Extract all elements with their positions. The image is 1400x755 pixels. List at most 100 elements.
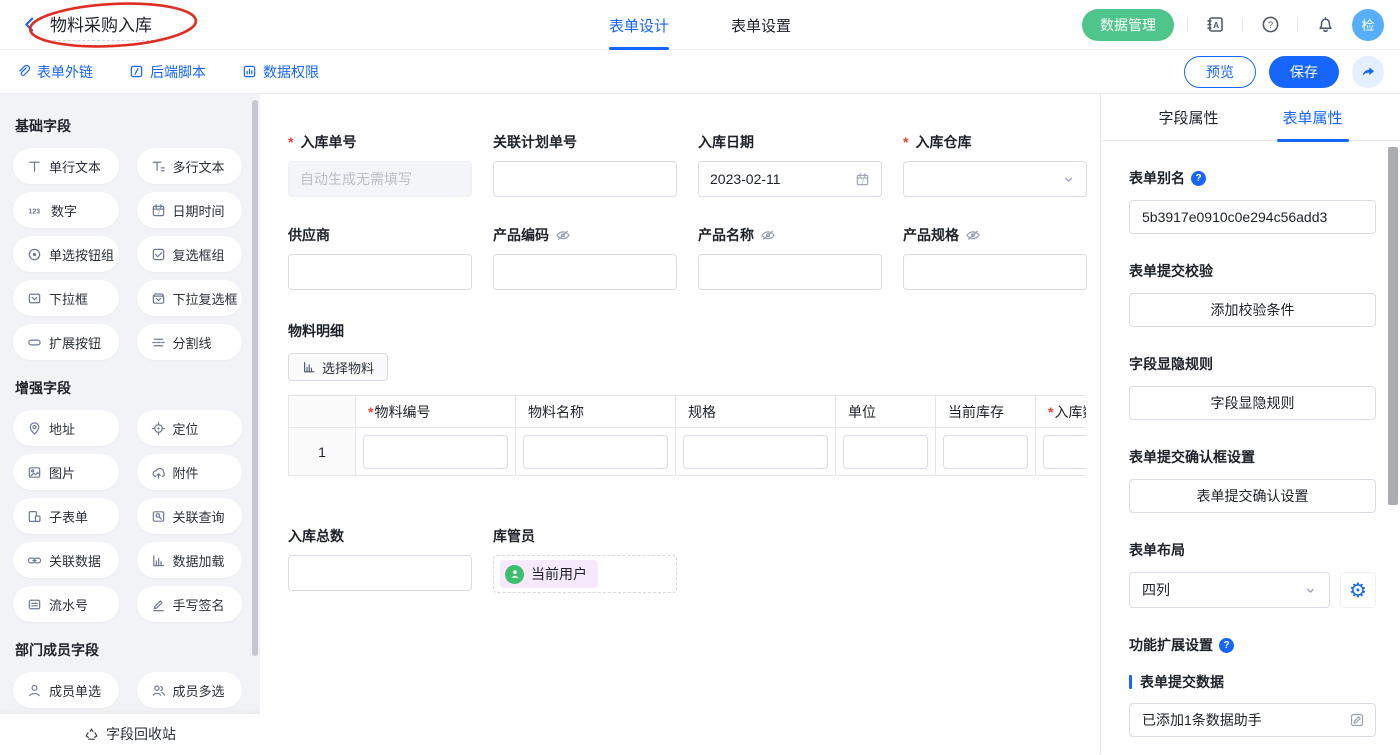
help-icon[interactable]: ? xyxy=(1219,638,1234,653)
subform-data-row: 1 xyxy=(289,428,1086,475)
extension-settings-label: 功能扩展设置 ? xyxy=(1129,635,1376,655)
sidebar-item-data-load[interactable]: 数据加载 xyxy=(137,542,243,578)
bell-icon[interactable] xyxy=(1311,11,1339,39)
field-inbound-no[interactable]: 入库单号 自动生成无需填写 xyxy=(288,132,472,197)
help-icon[interactable]: ? xyxy=(1191,171,1206,186)
col-header-material-name: 物料名称 xyxy=(516,396,676,427)
sidebar-item-select[interactable]: 下拉框 xyxy=(13,280,119,316)
field-product-name[interactable]: 产品名称 xyxy=(698,225,882,290)
inbound-qty-input[interactable] xyxy=(1043,435,1086,469)
layout-settings-button[interactable]: ⚙ xyxy=(1340,572,1376,608)
field-supplier[interactable]: 供应商 xyxy=(288,225,472,290)
panel-scrollbar[interactable] xyxy=(1388,147,1398,505)
sidebar-item-number[interactable]: 123 数字 xyxy=(13,192,119,228)
field-warehouse[interactable]: 入库仓库 xyxy=(903,132,1087,197)
plan-no-input[interactable] xyxy=(493,161,677,197)
inbound-no-input[interactable]: 自动生成无需填写 xyxy=(288,161,472,197)
submit-data-label: 表单提交数据 xyxy=(1129,672,1376,692)
layout-select[interactable]: 四列 xyxy=(1129,572,1330,608)
sidebar-item-single-line-text[interactable]: 单行文本 xyxy=(13,148,119,184)
address-icon xyxy=(27,421,42,436)
field-recycle-bin-button[interactable]: 字段回收站 xyxy=(0,714,260,754)
sidebar-item-multi-line-text[interactable]: 多行文本 xyxy=(137,148,243,184)
spec-input[interactable] xyxy=(683,435,828,469)
stock-input[interactable] xyxy=(943,435,1028,469)
field-plan-no[interactable]: 关联计划单号 xyxy=(493,132,677,197)
field-product-spec[interactable]: 产品规格 xyxy=(903,225,1087,290)
tab-field-properties[interactable]: 字段属性 xyxy=(1158,94,1218,141)
sidebar-item-image[interactable]: 图片 xyxy=(13,454,119,490)
choose-material-button[interactable]: 选择物料 xyxy=(288,353,388,381)
material-name-input[interactable] xyxy=(523,435,668,469)
item-label: 下拉复选框 xyxy=(173,289,238,308)
sidebar-item-datetime[interactable]: 7 日期时间 xyxy=(137,192,243,228)
edit-icon[interactable] xyxy=(1349,712,1365,728)
sidebar-item-address[interactable]: 地址 xyxy=(13,410,119,446)
backend-script-button[interactable]: 后端脚本 xyxy=(129,62,206,82)
save-button[interactable]: 保存 xyxy=(1269,56,1339,88)
divider xyxy=(1297,18,1298,32)
sidebar-item-lookup-query[interactable]: 关联查询 xyxy=(137,498,243,534)
field-label: 供应商 xyxy=(288,225,472,245)
form-title[interactable]: 物料采购入库 xyxy=(48,9,154,41)
keeper-member-box[interactable]: 当前用户 xyxy=(493,555,677,593)
col-header-material-no: 物料编号 xyxy=(356,396,516,427)
field-label: 产品编码 xyxy=(493,225,677,245)
data-permission-button[interactable]: 数据权限 xyxy=(242,62,319,82)
blue-bar xyxy=(1129,675,1132,689)
product-spec-input[interactable] xyxy=(903,254,1087,290)
sidebar-item-linked-data[interactable]: 关联数据 xyxy=(13,542,119,578)
sidebar-item-member-multi[interactable]: 成员多选 xyxy=(137,672,243,708)
sidebar-item-extend-button[interactable]: 扩展按钮 xyxy=(13,324,119,360)
sidebar-item-signature[interactable]: 手写签名 xyxy=(137,586,243,622)
sidebar-item-subform[interactable]: 子表单 xyxy=(13,498,119,534)
top-header: 物料采购入库 表单设计 表单设置 数据管理 A ? xyxy=(0,0,1400,50)
tab-form-properties[interactable]: 表单属性 xyxy=(1283,94,1343,141)
col-header-spec: 规格 xyxy=(676,396,836,427)
sidebar-item-radio-group[interactable]: 单选按钮组 xyxy=(13,236,119,272)
data-load-icon xyxy=(151,553,166,568)
data-manage-button[interactable]: 数据管理 xyxy=(1082,9,1174,41)
data-assistant-box[interactable]: 已添加1条数据助手 xyxy=(1129,703,1376,737)
share-button[interactable] xyxy=(1352,56,1384,88)
svg-text:7: 7 xyxy=(157,210,160,216)
back-button[interactable] xyxy=(16,12,42,38)
submit-confirm-button[interactable]: 表单提交确认设置 xyxy=(1129,479,1376,513)
tab-form-design[interactable]: 表单设计 xyxy=(609,0,669,50)
form-alias-input[interactable]: 5b3917e0910c0e294c56add3 xyxy=(1129,200,1376,234)
item-label: 成员多选 xyxy=(173,681,225,700)
field-total-qty[interactable]: 入库总数 xyxy=(288,526,472,593)
avatar[interactable]: 检 xyxy=(1352,9,1384,41)
datetime-icon: 7 xyxy=(151,203,166,218)
field-visibility-button[interactable]: 字段显隐规则 xyxy=(1129,386,1376,420)
help-icon[interactable]: ? xyxy=(1256,11,1284,39)
field-product-code[interactable]: 产品编码 xyxy=(493,225,677,290)
sidebar-item-member-single[interactable]: 成员单选 xyxy=(13,672,119,708)
field-warehouse-keeper[interactable]: 库管员 当前用户 xyxy=(493,526,677,593)
sidebar-scrollbar[interactable] xyxy=(252,100,258,656)
preview-button[interactable]: 预览 xyxy=(1184,56,1256,88)
current-user-tag[interactable]: 当前用户 xyxy=(500,560,598,588)
sidebar-item-location[interactable]: 定位 xyxy=(137,410,243,446)
material-no-input[interactable] xyxy=(363,435,508,469)
item-label: 数据加载 xyxy=(173,551,225,570)
item-label: 日期时间 xyxy=(173,201,225,220)
external-link-button[interactable]: 表单外链 xyxy=(16,62,93,82)
unit-input[interactable] xyxy=(843,435,928,469)
data-permission-label: 数据权限 xyxy=(263,62,319,82)
field-inbound-date[interactable]: 入库日期 2023-02-11 7 xyxy=(698,132,882,197)
warehouse-select[interactable] xyxy=(903,161,1087,197)
address-book-icon[interactable]: A xyxy=(1201,11,1229,39)
sidebar-item-serial-number[interactable]: 流水号 xyxy=(13,586,119,622)
sidebar-item-multi-select[interactable]: 下拉复选框 xyxy=(137,280,243,316)
sidebar-item-divider[interactable]: 分割线 xyxy=(137,324,243,360)
sidebar-item-checkbox-group[interactable]: 复选框组 xyxy=(137,236,243,272)
add-validation-button[interactable]: 添加校验条件 xyxy=(1129,293,1376,327)
product-code-input[interactable] xyxy=(493,254,677,290)
product-name-input[interactable] xyxy=(698,254,882,290)
tab-form-settings[interactable]: 表单设置 xyxy=(731,0,791,50)
total-qty-input[interactable] xyxy=(288,555,472,591)
supplier-input[interactable] xyxy=(288,254,472,290)
sidebar-item-attachment[interactable]: 附件 xyxy=(137,454,243,490)
inbound-date-input[interactable]: 2023-02-11 7 xyxy=(698,161,882,197)
